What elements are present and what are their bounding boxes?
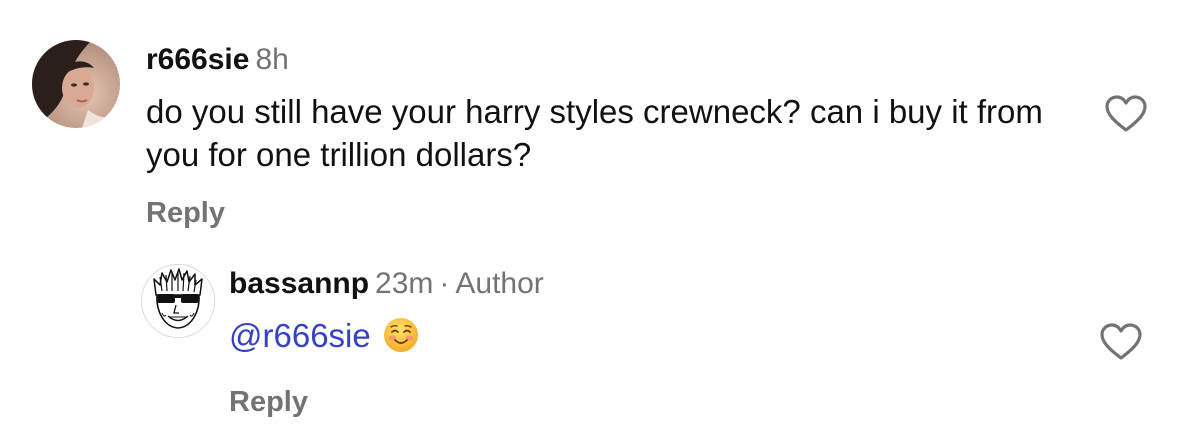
cartoon-face-icon: [142, 265, 214, 337]
heart-icon: [1105, 95, 1147, 132]
username[interactable]: bassannp: [229, 267, 369, 300]
comment-body: r666sie 8h do you still have your harry s…: [146, 42, 1046, 230]
meta-separator: ·: [439, 267, 450, 300]
heart-icon: [1100, 323, 1142, 360]
reply-button[interactable]: Reply: [146, 196, 1046, 230]
comment-meta: r666sie 8h: [146, 42, 1046, 78]
mention-link[interactable]: @r666sie: [229, 317, 371, 354]
timestamp: 8h: [255, 43, 289, 76]
like-button[interactable]: [1104, 94, 1148, 134]
comment-thread: r666sie 8h do you still have your harry s…: [0, 0, 1200, 438]
user-photo-icon: [32, 40, 120, 128]
reply-button[interactable]: Reply: [229, 385, 1129, 419]
timestamp: 23m: [375, 267, 434, 300]
like-button[interactable]: [1099, 322, 1143, 362]
avatar[interactable]: [141, 264, 215, 338]
comment-meta: bassannp 23m · Author: [229, 266, 1129, 302]
comment-body: bassannp 23m · Author @r666sie Reply: [229, 266, 1129, 419]
author-badge: Author: [455, 267, 544, 300]
avatar[interactable]: [32, 40, 120, 128]
username[interactable]: r666sie: [146, 43, 249, 76]
comment-text: @r666sie: [229, 314, 1129, 363]
smiling-face-emoji-icon: [383, 317, 419, 363]
comment-text: do you still have your harry styles crew…: [146, 93, 1043, 173]
